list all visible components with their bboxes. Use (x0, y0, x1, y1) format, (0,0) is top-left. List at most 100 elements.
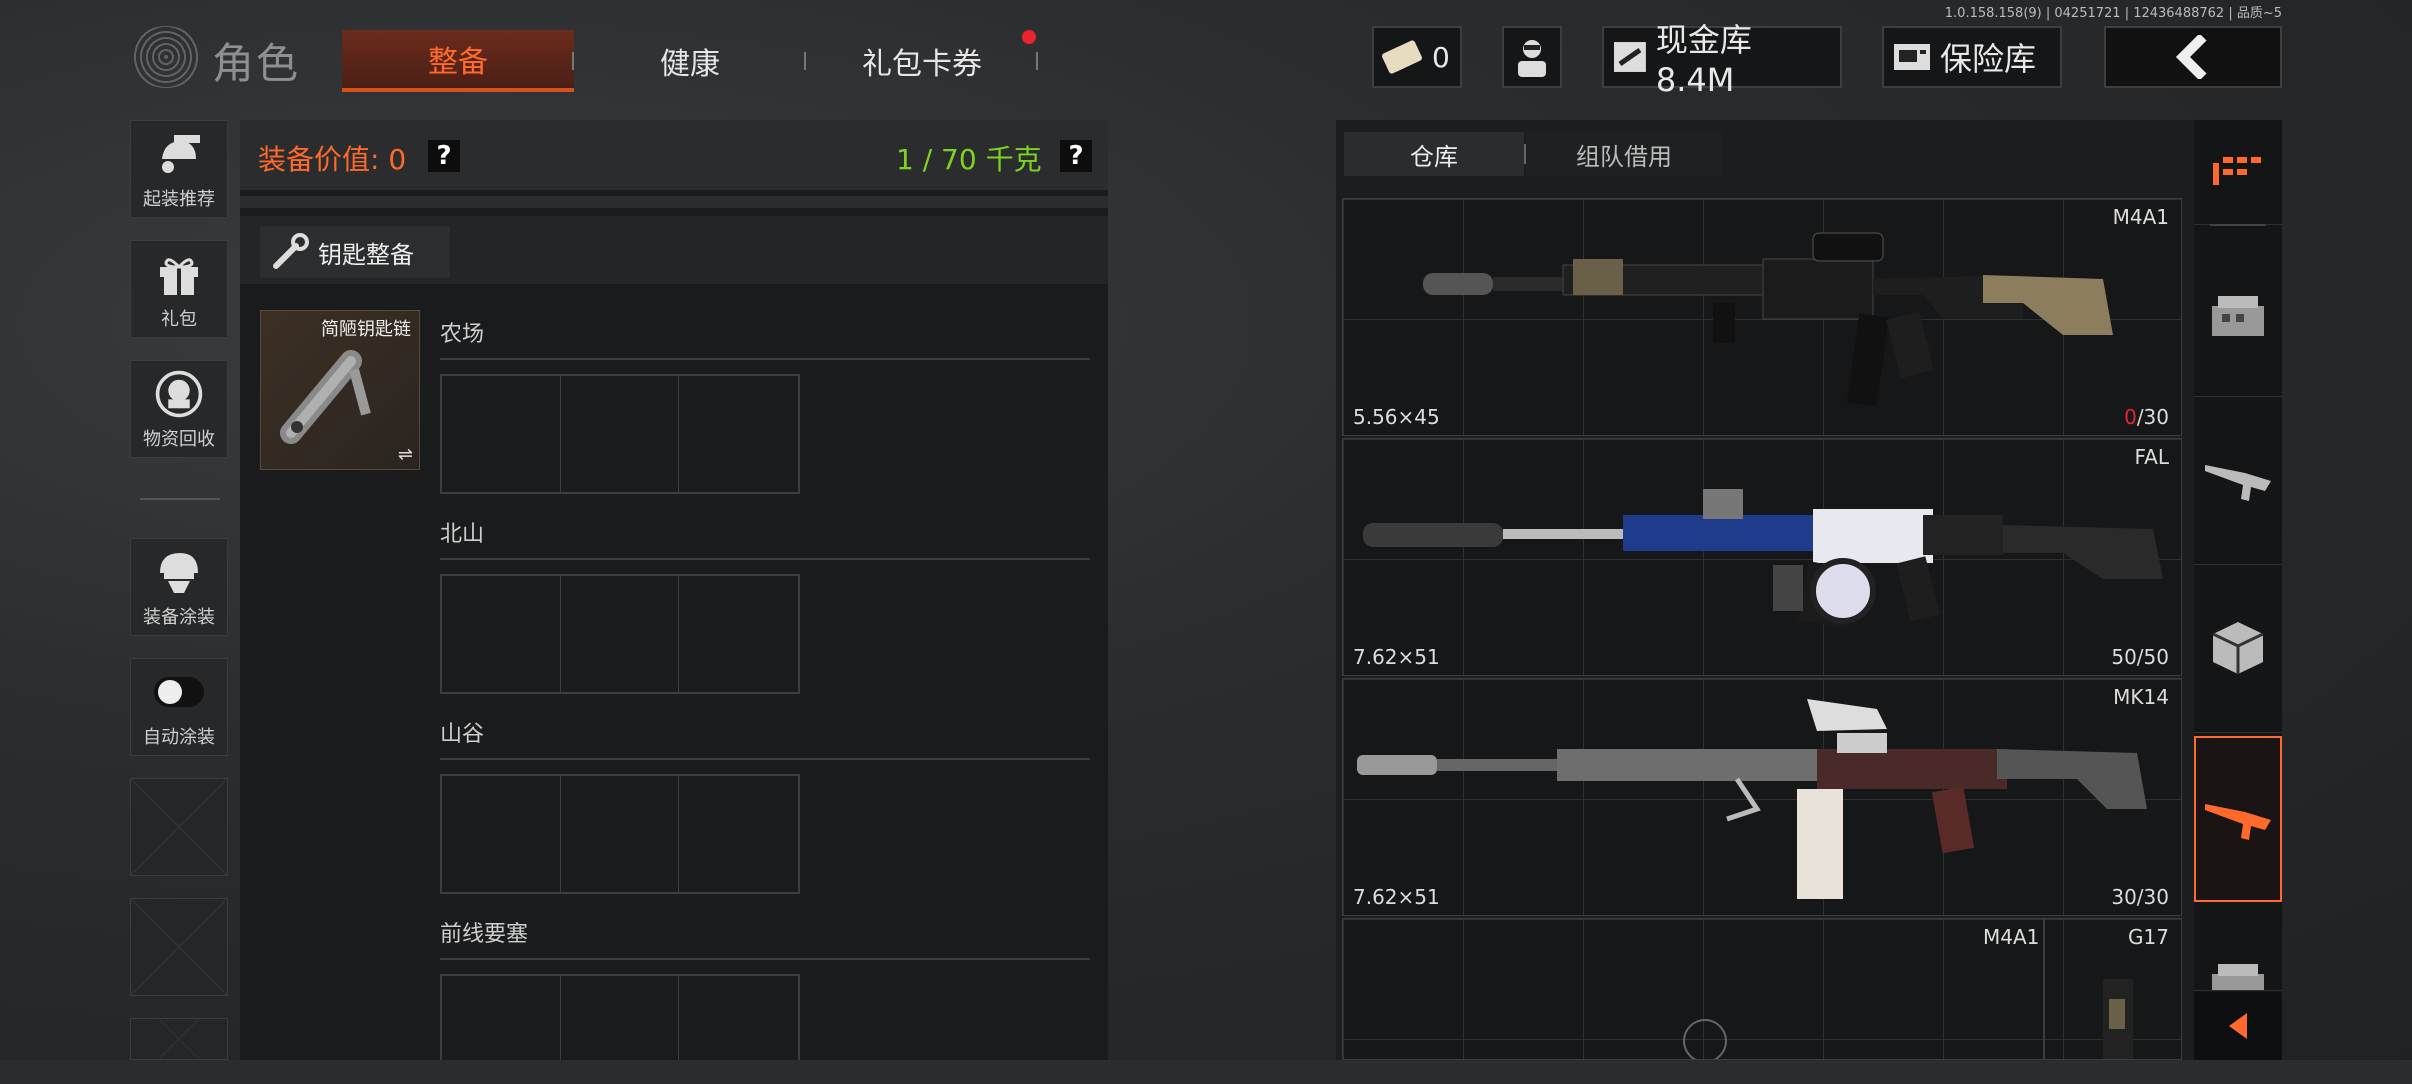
divider (440, 558, 1090, 560)
divider (572, 52, 574, 70)
weapon-card-fal[interactable]: FAL 7.62×51 50/50 (1342, 438, 2182, 676)
category-storage[interactable] (2194, 236, 2282, 397)
version-text: 1.0.158.158(9) | 04251721 | 12436488762 … (1944, 6, 2282, 21)
zone-slot-grid[interactable] (440, 774, 800, 894)
zone-label: 前线要塞 (440, 922, 529, 947)
ticket-button[interactable]: 0 (1372, 26, 1462, 88)
tab-label: 健康 (660, 47, 720, 82)
weapon-card-m4a1[interactable]: M4A1 5.56×45 0/30 (1342, 198, 2182, 436)
sidebar-item-label: 物资回收 (143, 429, 215, 450)
zone-valley: 山谷 (440, 716, 1090, 894)
tab-label: 组队借用 (1576, 142, 1672, 171)
empty-slot (130, 1018, 228, 1060)
loadout-icon (154, 129, 204, 179)
weapon-caliber: 5.56×45 (1353, 405, 1440, 429)
separator-bar (240, 196, 1108, 208)
zone-label: 北山 (440, 522, 485, 547)
category-assault-rifle[interactable] (2194, 736, 2282, 902)
weapon-name: M4A1 (1983, 925, 2040, 949)
safe-vault-button[interactable]: 保险库 (1882, 26, 2062, 88)
zone-slot-grid[interactable] (440, 574, 800, 694)
value-help-button[interactable]: ? (428, 140, 460, 172)
pistol-image (2103, 979, 2133, 1059)
cash-vault-button[interactable]: 现金库 8.4M (1602, 21, 1842, 99)
tab-equip[interactable]: 整备 (342, 30, 574, 92)
divider (804, 52, 806, 70)
rifle-image (1363, 489, 2163, 629)
divider (440, 958, 1090, 960)
zone-farm: 农场 (440, 316, 1090, 494)
category-more[interactable] (2194, 906, 2282, 991)
weapon-card-partial[interactable]: M4A1 G17 (1342, 918, 2182, 1060)
ammo-box-icon (2212, 296, 2264, 336)
ticket-icon (1381, 39, 1423, 75)
sidebar-item-label: 起装推荐 (143, 189, 215, 210)
keychain-slot[interactable]: 简陋钥匙链 ⇌ (260, 310, 420, 470)
zone-label: 山谷 (440, 722, 485, 747)
weapon-caliber: 7.62×51 (1353, 885, 1440, 909)
rifle-image (1357, 699, 2147, 899)
weapon-name: FAL (2134, 445, 2170, 469)
category-rifle[interactable] (2194, 396, 2282, 565)
sidebar-item-loadout-recommend[interactable]: 起装推荐 (130, 120, 228, 218)
chevron-left-icon (2175, 35, 2207, 79)
gift-icon (154, 249, 204, 299)
tab-label: 仓库 (1410, 142, 1458, 171)
tab-label: 礼包卡券 (862, 47, 982, 82)
sidebar-item-equipment-skin[interactable]: 装备涂装 (130, 538, 228, 636)
weapon-ammo: 50/50 (2111, 645, 2169, 669)
divider (2210, 224, 2266, 226)
safe-icon (1894, 44, 1930, 70)
zone-north-mountain: 北山 (440, 516, 1090, 694)
toggle-icon[interactable] (154, 667, 204, 717)
empty-slot (130, 898, 228, 996)
weight-help-button[interactable]: ? (1060, 140, 1092, 172)
tab-health[interactable]: 健康 (600, 30, 780, 92)
loading-circle (1683, 1019, 1727, 1059)
tab-warehouse[interactable]: 仓库 (1344, 132, 1524, 176)
rifle-image (1423, 232, 2113, 407)
key-loadout-button[interactable]: 钥匙整备 (260, 226, 450, 278)
divider (440, 358, 1090, 360)
weapon-caliber: 7.62×51 (1353, 645, 1440, 669)
sidebar-item-recycle[interactable]: 物资回收 (130, 360, 228, 458)
chevron-left-icon (2229, 1013, 2247, 1039)
sidebar-item-label: 装备涂装 (143, 607, 215, 628)
rifle-icon (2205, 465, 2271, 501)
ammo-box-icon (2212, 964, 2264, 990)
keychain-name: 简陋钥匙链 (321, 319, 411, 340)
cash-vault-label: 现金库 8.4M (1655, 21, 1752, 99)
swap-icon[interactable]: ⇌ (398, 444, 413, 465)
recycle-icon (154, 369, 204, 419)
weapon-name: G17 (2128, 925, 2169, 949)
ammo-current: 0 (2124, 405, 2137, 429)
role-logo (130, 26, 202, 88)
ammo-max: /30 (2136, 405, 2169, 429)
operator-button[interactable] (1502, 26, 1562, 88)
cash-icon (1613, 42, 1646, 72)
bottom-bar (0, 1060, 2412, 1084)
weapon-card-mk14[interactable]: MK14 7.62×51 30/30 (1342, 678, 2182, 916)
sidebar-item-gift[interactable]: 礼包 (130, 240, 228, 338)
sidebar-item-label: 礼包 (161, 309, 197, 330)
assault-rifle-icon (2205, 804, 2271, 840)
back-button[interactable] (2104, 26, 2282, 88)
zone-slot-grid[interactable] (440, 374, 800, 494)
divider (1036, 52, 1038, 70)
collapse-button[interactable] (2194, 992, 2282, 1061)
zone-label: 农场 (440, 322, 485, 347)
helmet-icon (154, 547, 204, 597)
equipment-value: 装备价值: 0 (258, 143, 407, 176)
tab-team-borrow[interactable]: 组队借用 (1526, 132, 1722, 176)
divider (140, 498, 220, 500)
sidebar-item-label: 自动涂装 (143, 727, 215, 748)
keychain-icon (280, 350, 371, 444)
category-all[interactable] (2194, 120, 2282, 225)
empty-slot (130, 778, 228, 876)
tab-gift-coupons[interactable]: 礼包卡券 (832, 30, 1012, 92)
zone-slot-grid[interactable] (440, 974, 800, 1074)
sidebar-item-auto-skin[interactable]: 自动涂装 (130, 658, 228, 756)
page-title: 角色 (212, 39, 301, 88)
grid-icon (2213, 157, 2261, 185)
category-supplies[interactable] (2194, 564, 2282, 733)
